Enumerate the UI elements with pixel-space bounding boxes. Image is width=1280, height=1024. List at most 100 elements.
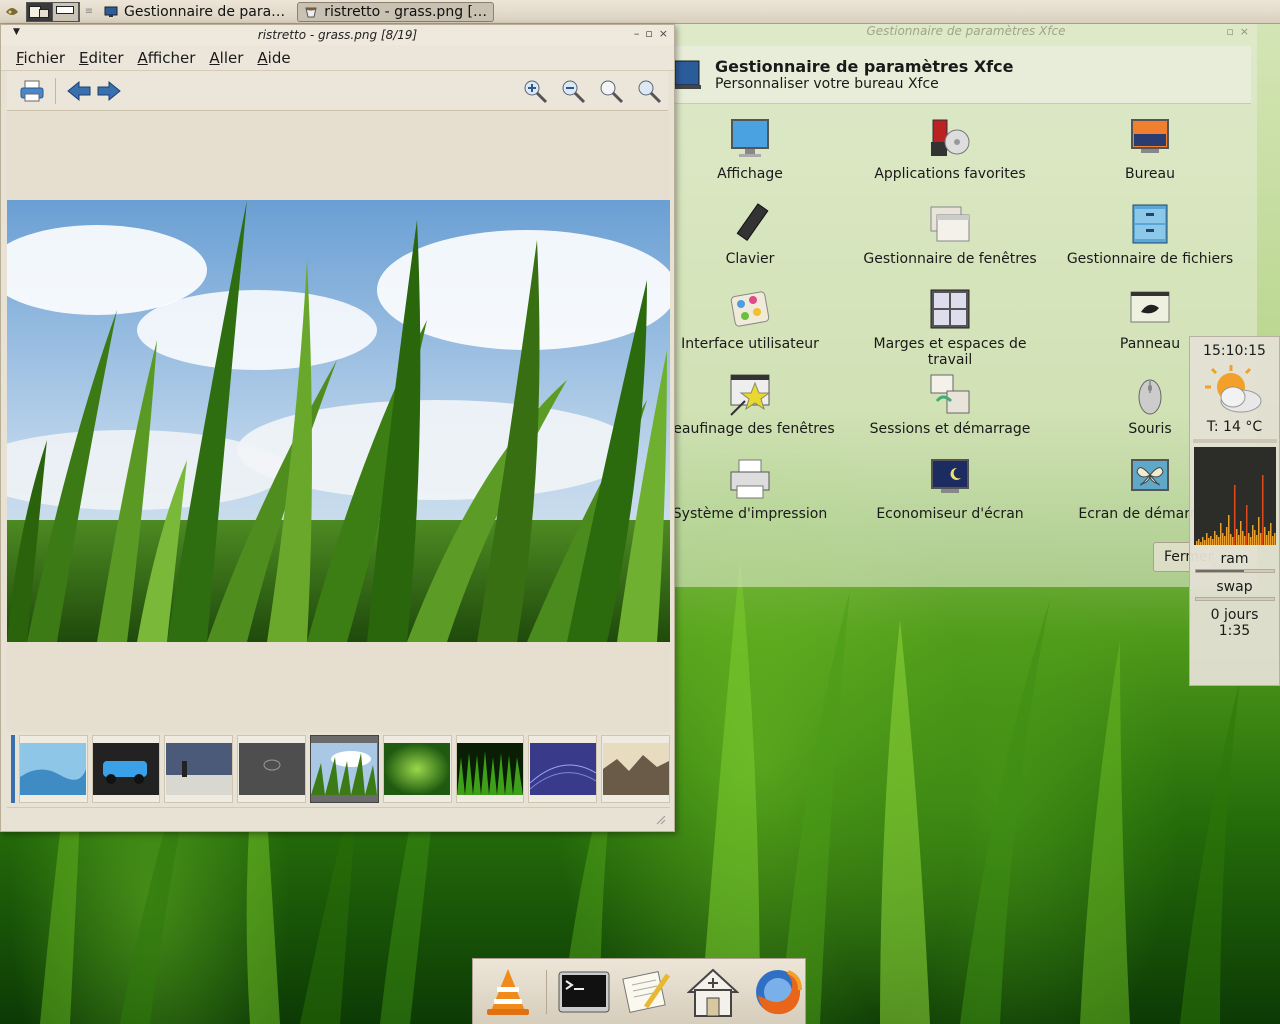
toolbar-separator [55, 77, 56, 104]
settings-item-screensaver[interactable]: Economiseur d'écran [850, 456, 1050, 522]
monitor-icon [675, 60, 701, 89]
printer-icon [730, 459, 770, 499]
maximize-icon[interactable]: ▫ [645, 27, 652, 40]
item-label: Souris [1128, 421, 1172, 437]
resize-grip-icon[interactable] [654, 813, 666, 825]
ram-label: ram [1220, 551, 1249, 567]
zoom-in-button[interactable] [520, 76, 550, 106]
display-icon [731, 119, 769, 157]
item-label: Gestionnaire de fichiers [1066, 251, 1234, 267]
thumbnail-partial[interactable] [11, 735, 15, 803]
settings-item-window-manager[interactable]: Gestionnaire de fenêtres [850, 201, 1050, 267]
ristretto-titlebar[interactable]: ▼ ristretto - grass.png [8/19] – ▫ × [1, 25, 674, 45]
zoom-out-button[interactable] [558, 76, 588, 106]
dock-vlc[interactable] [481, 964, 536, 1020]
workspace-pager[interactable] [26, 1, 80, 22]
item-label: Gestionnaire de fenêtres [863, 251, 1037, 267]
thumbnail[interactable] [601, 735, 670, 803]
favorite-apps-icon [931, 119, 970, 156]
thumbnail[interactable] [18, 735, 88, 803]
settings-manager-window: Gestionnaire de paramètres Xfce ▫ × Gest… [665, 24, 1257, 587]
clock-time: 15:10:15 [1203, 343, 1266, 359]
thumbnail[interactable] [528, 735, 598, 803]
thumbnail-image [384, 743, 451, 795]
zoom-100-button[interactable] [634, 76, 664, 106]
window-title: ristretto - grass.png [8/19] [257, 28, 418, 42]
item-label: Economiseur d'écran [876, 506, 1024, 522]
header-subtitle: Personnaliser votre bureau Xfce [715, 76, 939, 92]
maximize-icon[interactable]: ▫ [1226, 25, 1233, 38]
dock-terminal[interactable] [557, 964, 612, 1020]
settings-item-printing[interactable]: Système d'impression [650, 456, 850, 522]
settings-item-sessions[interactable]: Sessions et démarrage [850, 371, 1050, 437]
thumbnail[interactable] [382, 735, 452, 803]
zoom-100-icon [638, 80, 662, 103]
zoom-fit-button[interactable] [596, 76, 626, 106]
forward-button[interactable] [94, 76, 124, 106]
minimize-icon[interactable]: – [634, 27, 640, 40]
print-button[interactable] [17, 76, 47, 106]
settings-item-file-manager[interactable]: Gestionnaire de fichiers [1050, 201, 1250, 267]
item-label: Clavier [725, 251, 775, 267]
menu-afficher[interactable]: Afficher [130, 49, 202, 67]
image-viewer-area[interactable] [7, 112, 670, 732]
zoom-fit-icon [600, 80, 624, 103]
thumbnail-strip [7, 733, 670, 805]
item-label: Bureau [1125, 166, 1175, 182]
window-tweaks-icon [730, 374, 771, 416]
settings-item-favorite-apps[interactable]: Applications favorites [850, 116, 1050, 182]
menu-aide[interactable]: Aide [250, 49, 297, 67]
task-ristretto[interactable]: ristretto - grass.png [… [297, 1, 494, 22]
uptime-days: 0 jours [1210, 607, 1259, 623]
thumbnail[interactable] [164, 735, 234, 803]
statusbar [7, 807, 670, 827]
dock-firefox[interactable] [750, 964, 805, 1020]
swap-label: swap [1216, 579, 1253, 595]
top-panel: ≡ Gestionnaire de para… ristretto - gras… [0, 0, 1280, 24]
item-label: Peaufinage des fenêtres [665, 421, 835, 437]
item-label: Sessions et démarrage [869, 421, 1031, 437]
task-settings-manager[interactable]: Gestionnaire de para… [98, 2, 291, 22]
thumbnail[interactable] [237, 735, 307, 803]
back-button[interactable] [64, 76, 94, 106]
menu-editer[interactable]: Editer [72, 49, 130, 67]
settings-item-user-interface[interactable]: Interface utilisateur [650, 286, 850, 352]
dock-text-editor[interactable] [621, 964, 676, 1020]
thumbnail[interactable] [91, 735, 161, 803]
workspace-1[interactable] [27, 2, 53, 21]
partly-cloudy-icon [1204, 365, 1261, 413]
settings-item-desktop[interactable]: Bureau [1050, 116, 1250, 182]
header-title: Gestionnaire de paramètres Xfce [715, 57, 1014, 76]
close-icon[interactable]: × [1240, 25, 1249, 38]
thumbnail[interactable] [455, 735, 525, 803]
main-image[interactable] [7, 200, 670, 642]
menu-fichier[interactable]: Fichier [9, 49, 72, 67]
uptime-time: 1:35 [1218, 623, 1251, 639]
settings-item-window-tweaks[interactable]: Peaufinage des fenêtres [650, 371, 850, 437]
settings-titlebar[interactable]: Gestionnaire de paramètres Xfce ▫ × [675, 24, 1257, 42]
thumbnail-image [311, 743, 378, 795]
thumbnail-image [238, 743, 305, 795]
item-label: Marges et espaces de travail [873, 336, 1027, 368]
close-icon[interactable]: × [659, 27, 668, 40]
firefox-icon [755, 969, 802, 1014]
toolbar [7, 71, 668, 111]
settings-item-display[interactable]: Affichage [650, 116, 850, 182]
dock-separator [545, 969, 547, 1014]
temperature: T: 14 °C [1206, 419, 1263, 435]
settings-item-workspaces[interactable]: Marges et espaces de travail [850, 286, 1050, 368]
workspace-2[interactable] [53, 2, 79, 21]
applications-menu-icon[interactable] [2, 2, 22, 22]
sessions-icon [930, 374, 970, 414]
settings-item-keyboard[interactable]: Clavier [650, 201, 850, 267]
thumbnail[interactable] [310, 735, 379, 803]
splash-icon [1131, 459, 1169, 491]
terminal-icon [558, 971, 610, 1012]
print-icon [20, 80, 44, 101]
menu-aller[interactable]: Aller [202, 49, 250, 67]
thumbnail-image [20, 743, 87, 795]
window-controls: – ▫ × [634, 27, 668, 40]
dock-home[interactable] [686, 964, 741, 1020]
window-menu-icon[interactable]: ▼ [13, 27, 20, 37]
system-monitor-widget: 15:10:15 T: 14 °C ram swap 0 jours 1:35 [1189, 336, 1280, 686]
